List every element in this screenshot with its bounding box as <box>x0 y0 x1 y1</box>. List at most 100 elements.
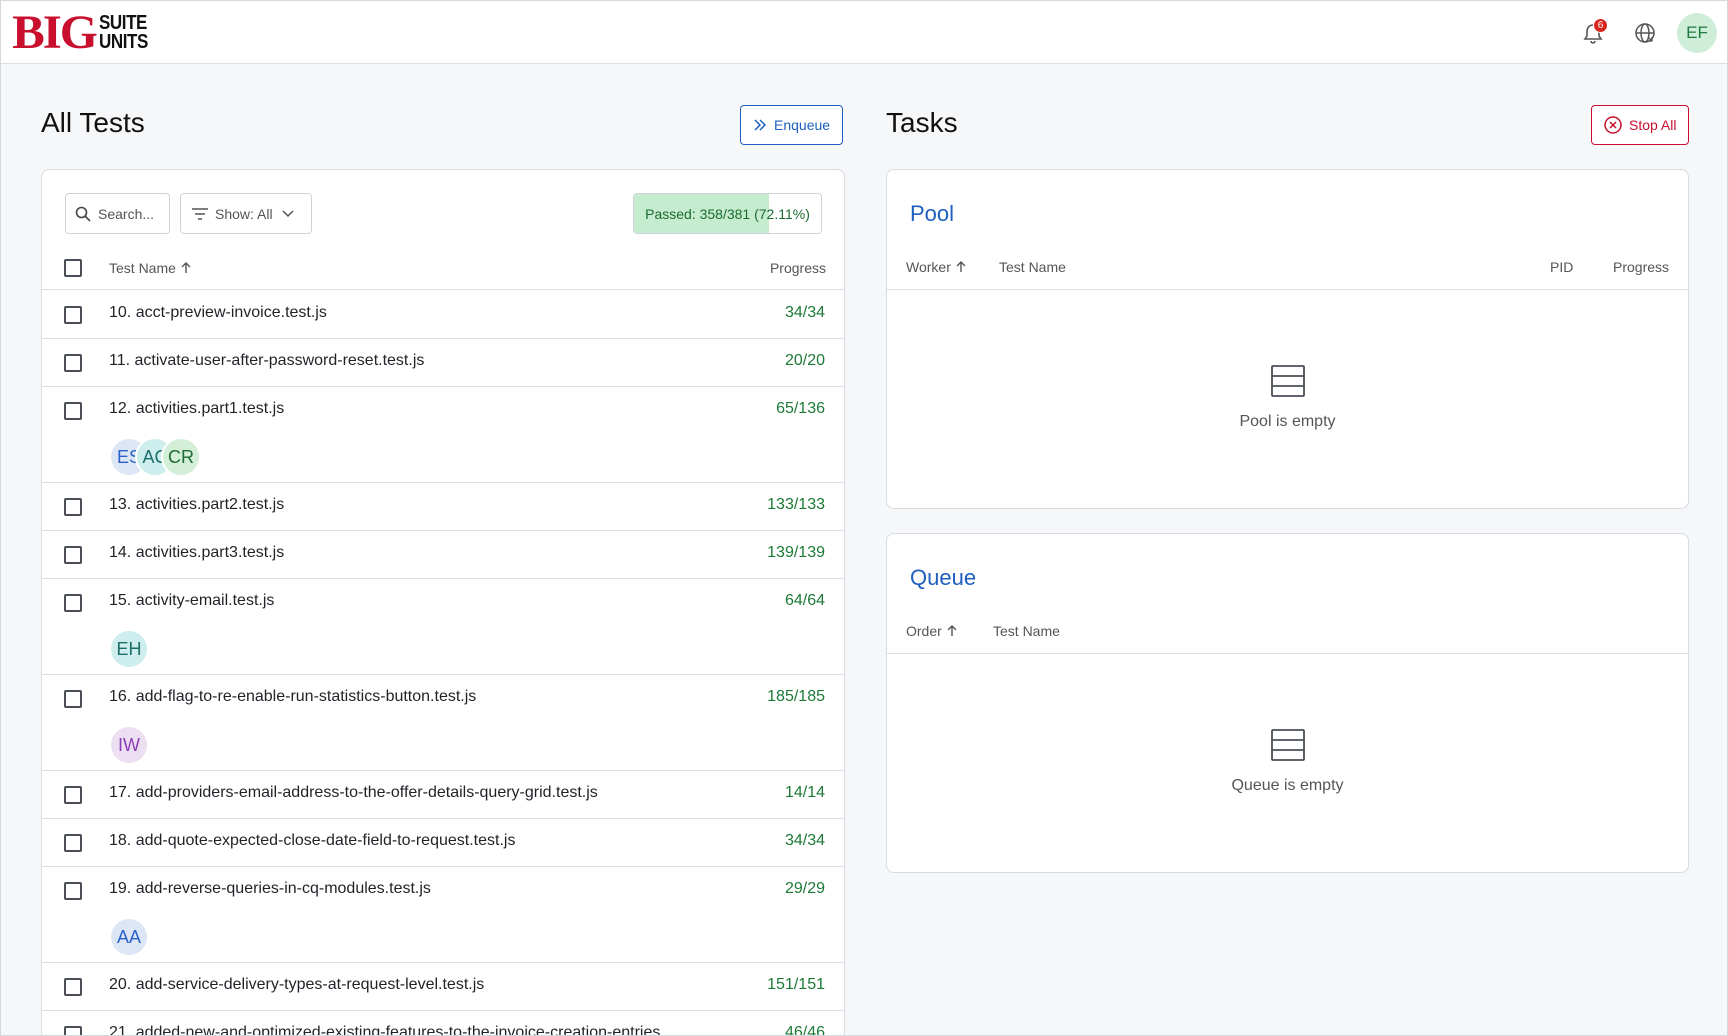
all-tests-title: All Tests <box>41 107 145 138</box>
test-progress: 14/14 <box>784 784 825 801</box>
assignee-avatars: ES AC CR <box>109 437 201 477</box>
test-progress: 139/139 <box>767 544 825 561</box>
tests-card: Search... Show: All Passed: 358/381 (72.… <box>41 169 845 1036</box>
passed-progress-bar: Passed: 358/381 (72.11%) <box>633 193 822 234</box>
filter-label: Show: All <box>215 205 273 222</box>
table-row[interactable]: 21. added-new-and-optimized-existing-fea… <box>42 1011 844 1036</box>
row-checkbox[interactable] <box>64 546 82 564</box>
table-row[interactable]: 13. activities.part2.test.js 133/133 <box>42 483 844 531</box>
test-progress: 64/64 <box>784 592 825 609</box>
row-checkbox[interactable] <box>64 834 82 852</box>
table-row[interactable]: 18. add-quote-expected-close-date-field-… <box>42 819 844 867</box>
test-progress: 65/136 <box>776 400 825 417</box>
test-progress: 34/34 <box>784 304 825 321</box>
assignee-avatar[interactable]: IW <box>109 725 149 765</box>
search-input[interactable]: Search... <box>65 193 170 234</box>
row-checkbox[interactable] <box>64 354 82 372</box>
assignee-avatar[interactable]: AA <box>109 917 149 957</box>
row-checkbox[interactable] <box>64 786 82 804</box>
table-row[interactable]: 10. acct-preview-invoice.test.js 34/34 <box>42 291 844 339</box>
col-progress[interactable]: Progress <box>770 260 826 276</box>
queue-table-header: Order Test Name <box>887 609 1688 654</box>
table-row[interactable]: 15. activity-email.test.js 64/64 EH <box>42 579 844 675</box>
filter-icon <box>192 207 208 220</box>
tests-table-header: Test Name Progress <box>42 246 844 290</box>
sort-by-order[interactable]: Order <box>906 623 957 639</box>
logo-suite-text: SUITE UNITS <box>99 13 148 53</box>
queue-empty-state: Queue is empty <box>887 727 1688 795</box>
test-progress: 34/34 <box>784 832 825 849</box>
show-filter-dropdown[interactable]: Show: All <box>180 193 312 234</box>
language-button[interactable] <box>1625 13 1665 53</box>
logo-big-text: BIG <box>12 6 98 59</box>
table-row[interactable]: 12. activities.part1.test.js 65/136 ES AC CR <box>42 387 844 483</box>
queue-title: Queue <box>910 565 977 590</box>
double-chevron-right-icon <box>754 119 767 131</box>
stop-all-button[interactable]: Stop All <box>1591 105 1690 145</box>
row-checkbox[interactable] <box>64 306 82 324</box>
sort-by-test-name[interactable]: Test Name <box>109 260 191 276</box>
row-checkbox[interactable] <box>64 594 82 612</box>
assignee-avatars: AA <box>109 917 149 957</box>
enqueue-label: Enqueue <box>774 117 831 133</box>
table-row[interactable]: 19. add-reverse-queries-in-cq-modules.te… <box>42 867 844 963</box>
col-order: Order <box>906 623 942 639</box>
assignee-avatar[interactable]: CR <box>161 437 201 477</box>
test-name: 13. activities.part2.test.js <box>109 496 285 513</box>
pool-title: Pool <box>910 201 955 226</box>
test-name: 12. activities.part1.test.js <box>109 400 285 417</box>
col-worker: Worker <box>906 259 951 275</box>
queue-empty-text: Queue is empty <box>1231 777 1344 794</box>
table-row[interactable]: 20. add-service-delivery-types-at-reques… <box>42 963 844 1011</box>
notification-count-badge: 6 <box>1593 18 1608 33</box>
assignee-avatars: EH <box>109 629 149 669</box>
col-pid[interactable]: PID <box>1550 259 1573 275</box>
tests-list: 10. acct-preview-invoice.test.js 34/34 11.… <box>42 291 844 1036</box>
arrow-up-icon <box>181 262 191 273</box>
test-name: 19. add-reverse-queries-in-cq-modules.te… <box>109 880 431 897</box>
logo-line-2: UNITS <box>99 31 148 53</box>
notifications-button[interactable]: 6 <box>1573 13 1613 53</box>
top-actions: 6 EF <box>1561 13 1717 53</box>
test-name: 18. add-quote-expected-close-date-field-… <box>109 832 516 849</box>
row-checkbox[interactable] <box>64 1026 82 1035</box>
row-checkbox[interactable] <box>64 882 82 900</box>
test-name: 20. add-service-delivery-types-at-reques… <box>109 976 485 993</box>
test-name: 14. activities.part3.test.js <box>109 544 285 561</box>
test-progress: 46/46 <box>784 1024 825 1036</box>
table-row[interactable]: 17. add-providers-email-address-to-the-o… <box>42 771 844 819</box>
col-test-name: Test Name <box>109 260 176 276</box>
enqueue-button[interactable]: Enqueue <box>740 105 844 145</box>
test-name: 15. activity-email.test.js <box>109 592 275 609</box>
row-checkbox[interactable] <box>64 498 82 516</box>
row-checkbox[interactable] <box>64 690 82 708</box>
row-checkbox[interactable] <box>64 402 82 420</box>
empty-table-icon <box>1270 365 1305 397</box>
test-progress: 133/133 <box>767 496 825 513</box>
big-suite-units-logo[interactable]: BIG SUITE UNITS <box>12 6 157 59</box>
col-pool-test-name[interactable]: Test Name <box>999 259 1066 275</box>
test-progress: 185/185 <box>767 688 825 705</box>
search-placeholder: Search... <box>98 205 155 222</box>
passed-progress-label: Passed: 358/381 (72.11%) <box>645 205 810 222</box>
pool-empty-state: Pool is empty <box>887 363 1688 431</box>
test-name: 10. acct-preview-invoice.test.js <box>109 304 327 321</box>
row-checkbox[interactable] <box>64 978 82 996</box>
test-name: 17. add-providers-email-address-to-the-o… <box>109 784 598 801</box>
user-avatar[interactable]: EF <box>1677 13 1717 53</box>
sort-by-worker[interactable]: Worker <box>906 259 966 275</box>
table-row[interactable]: 16. add-flag-to-re-enable-run-statistics… <box>42 675 844 771</box>
app-window: BIG SUITE UNITS 6 EF All Tests Enqueue S… <box>0 0 1728 1036</box>
table-row[interactable]: 14. activities.part3.test.js 139/139 <box>42 531 844 579</box>
col-queue-test-name[interactable]: Test Name <box>993 623 1060 639</box>
search-icon <box>75 206 91 222</box>
x-circle-icon <box>1604 116 1622 134</box>
assignee-avatar[interactable]: EH <box>109 629 149 669</box>
assignee-avatars: IW <box>109 725 149 765</box>
select-all-checkbox[interactable] <box>64 259 82 277</box>
empty-table-icon <box>1270 729 1305 761</box>
stop-all-label: Stop All <box>1629 117 1677 133</box>
tasks-title: Tasks <box>886 107 958 138</box>
table-row[interactable]: 11. activate-user-after-password-reset.t… <box>42 339 844 387</box>
col-pool-progress[interactable]: Progress <box>1613 259 1669 275</box>
